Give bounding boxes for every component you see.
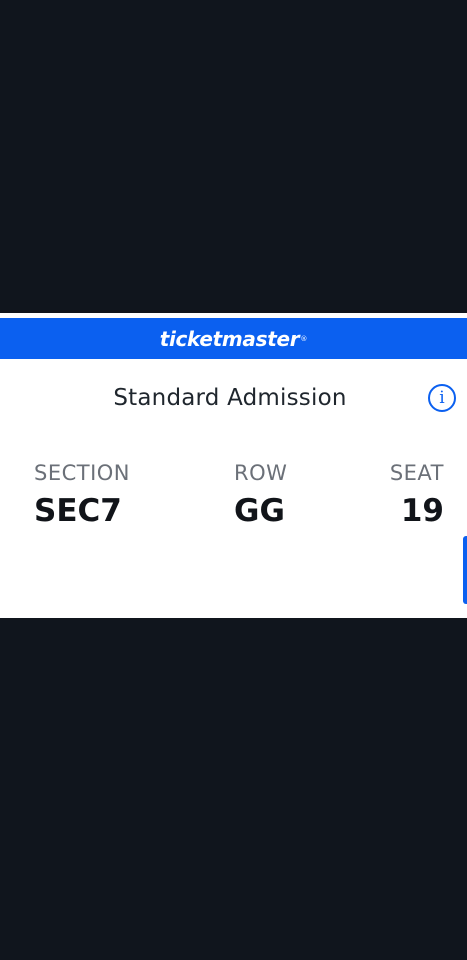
- brand-header: ticketmaster ®: [0, 318, 467, 359]
- seat-value: 19: [400, 493, 444, 529]
- registered-mark: ®: [300, 334, 308, 343]
- row-value: GG: [234, 493, 285, 529]
- section-label: SECTION: [34, 461, 131, 485]
- ticket-card[interactable]: ticketmaster ® Standard Admission i SECT…: [0, 313, 467, 618]
- section-value: SEC7: [34, 493, 122, 529]
- side-scroll-tab[interactable]: [463, 536, 467, 604]
- ticket-screen: ticketmaster ® Standard Admission i SECT…: [0, 0, 467, 960]
- admission-title: Standard Admission: [113, 385, 347, 411]
- info-icon: i: [439, 388, 445, 408]
- seat-label: SEAT: [389, 461, 444, 485]
- row-label: ROW: [234, 461, 288, 485]
- brand-logo: ticketmaster: [159, 326, 300, 351]
- info-button[interactable]: i: [428, 384, 456, 412]
